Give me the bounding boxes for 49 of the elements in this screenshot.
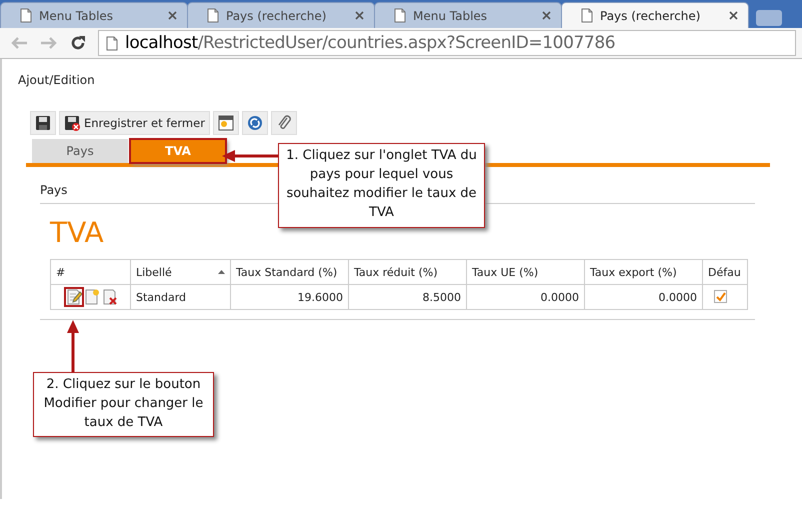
toolbar-button[interactable]	[212, 111, 239, 135]
column-header: Défau	[702, 260, 748, 284]
toolbar-button[interactable]	[270, 111, 297, 135]
arrow	[222, 150, 278, 162]
toolbar-button[interactable]	[30, 111, 56, 135]
browser-tab[interactable]: Menu Tables	[374, 2, 562, 28]
browser-tab[interactable]: Pays (recherche)	[187, 2, 375, 28]
page-icon	[393, 8, 407, 23]
page-icon	[580, 8, 594, 23]
checkbox[interactable]	[714, 290, 727, 302]
close-icon[interactable]	[355, 11, 364, 20]
table-cell: 19.6000	[230, 284, 348, 310]
save-icon	[35, 115, 51, 131]
paperclip-icon	[276, 115, 292, 131]
new-document-icon[interactable]	[84, 289, 100, 305]
page-icon	[105, 36, 119, 50]
table-cell: Standard	[130, 284, 230, 310]
column-header: #	[50, 260, 130, 284]
column-header: Taux export (%)	[584, 260, 702, 284]
close-icon[interactable]	[729, 11, 738, 20]
page-icon	[19, 8, 33, 23]
page-icon	[206, 8, 220, 23]
callout: 1. Cliquez sur l'onglet TVA du pays pour lequel vous souhaitez modifier le taux de TVA	[278, 143, 485, 228]
browser-tab[interactable]: Menu Tables	[0, 2, 188, 28]
tab[interactable]: Pays	[32, 139, 128, 163]
section-heading: TVA	[50, 216, 104, 249]
delete-icon[interactable]	[102, 289, 118, 305]
table-cell: 0.0000	[584, 284, 702, 310]
page-title: Ajout/Edition	[18, 73, 95, 87]
url-field[interactable]: localhost/RestrictedUser/countries.aspx?ScreenID=1007786	[98, 30, 796, 56]
column-label: Libellé	[136, 266, 172, 278]
close-icon[interactable]	[168, 11, 177, 20]
reload-icon[interactable]	[70, 35, 86, 51]
table-cell: 0.0000	[466, 284, 584, 310]
save-close-button[interactable]: Enregistrer et fermer	[59, 111, 210, 135]
arrow	[67, 320, 79, 372]
toolbar-button[interactable]	[242, 111, 268, 135]
column-header: Taux réduit (%)	[348, 260, 466, 284]
callout: 2. Cliquez sur le bouton Modifier pour changer le taux de TVA	[33, 372, 214, 437]
refresh-icon	[246, 115, 263, 131]
window-icon	[218, 115, 234, 131]
edit-icon[interactable]	[66, 289, 82, 305]
table-cell: 8.5000	[348, 284, 466, 310]
column-header: Taux UE (%)	[466, 260, 584, 284]
save-close-icon	[64, 115, 80, 131]
close-icon[interactable]	[542, 11, 551, 20]
sort-icon[interactable]	[218, 270, 225, 274]
browser-tab[interactable]: Pays (recherche)	[561, 2, 749, 28]
column-header: Taux Standard (%)	[230, 260, 348, 284]
